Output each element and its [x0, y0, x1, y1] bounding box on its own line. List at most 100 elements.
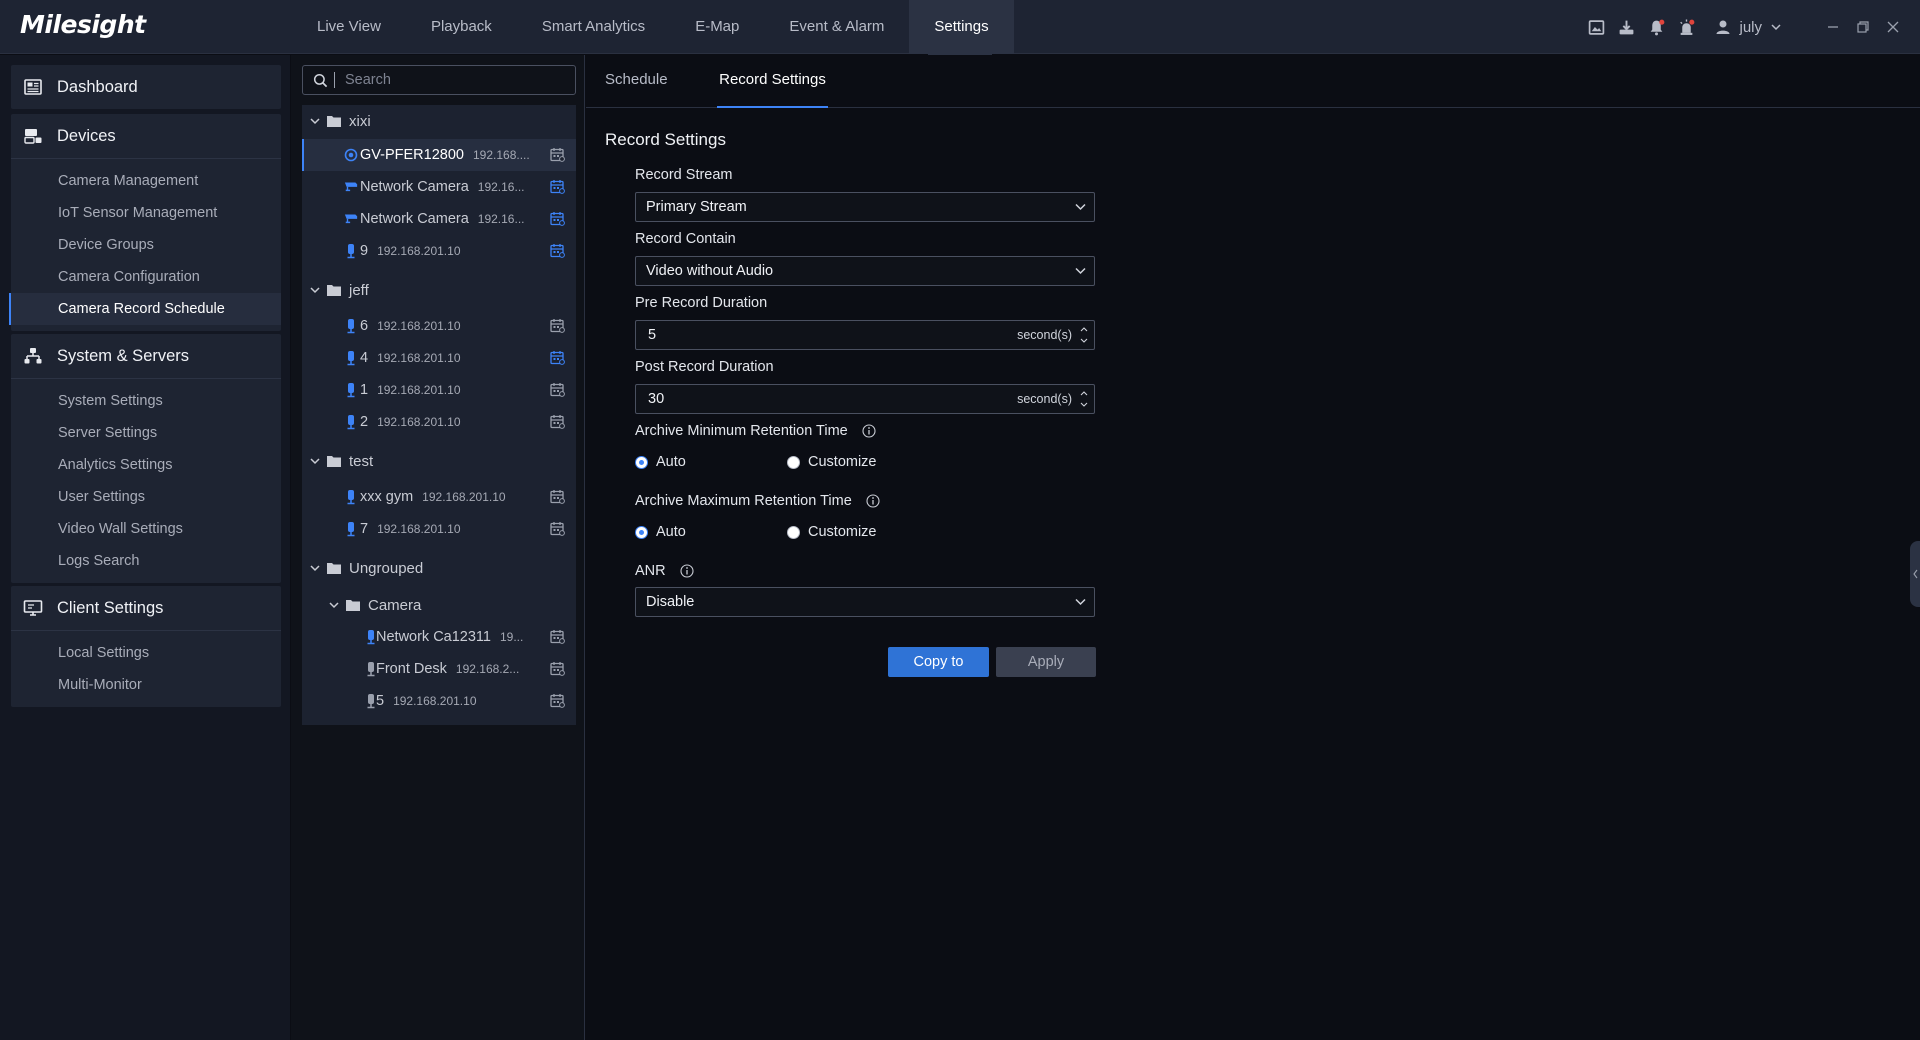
info-icon[interactable] — [862, 424, 876, 438]
radio-label: Auto — [656, 524, 686, 540]
record-schedule-calendar-icon[interactable] — [550, 211, 565, 226]
record-schedule-calendar-icon[interactable] — [550, 147, 565, 162]
tree-device-node[interactable]: 2 192.168.201.10 — [302, 406, 576, 438]
tab-schedule[interactable]: Schedule — [605, 55, 668, 108]
nav-event-alarm[interactable]: Event & Alarm — [764, 0, 909, 54]
restore-icon[interactable] — [1848, 12, 1878, 42]
sidebar-item-camera-management[interactable]: Camera Management — [11, 165, 281, 197]
archive-max-auto-radio[interactable]: Auto — [635, 524, 686, 540]
archive-min-customize-radio[interactable]: Customize — [787, 454, 877, 470]
chevron-down-icon[interactable] — [328, 599, 340, 611]
bullet-camera-icon — [344, 211, 358, 227]
tree-device-node[interactable]: 4 192.168.201.10 — [302, 342, 576, 374]
record-schedule-calendar-icon[interactable] — [550, 521, 565, 536]
nav-smart-analytics[interactable]: Smart Analytics — [517, 0, 670, 54]
sidebar-item-camera-configuration[interactable]: Camera Configuration — [11, 261, 281, 293]
tree-group-label: Camera — [368, 596, 422, 614]
tree-device-label: Front Desk 192.168.2... — [376, 661, 519, 677]
chevron-down-icon[interactable] — [309, 455, 321, 467]
record-schedule-calendar-icon[interactable] — [550, 489, 565, 504]
tree-group-node[interactable]: test — [302, 445, 576, 477]
nav-live-view[interactable]: Live View — [292, 0, 406, 54]
sidebar-item-logs-search[interactable]: Logs Search — [11, 545, 281, 577]
archive-max-customize-radio[interactable]: Customize — [787, 524, 877, 540]
tree-device-node[interactable]: GV-PFER12800 192.168.... — [302, 139, 576, 171]
sidebar-item-local-settings[interactable]: Local Settings — [11, 637, 281, 669]
sidebar-head-devices[interactable]: Devices — [11, 114, 281, 158]
record-schedule-calendar-icon[interactable] — [550, 350, 565, 365]
record-contain-label: Record Contain — [635, 231, 736, 247]
alarm-light-icon[interactable] — [1671, 12, 1701, 42]
sidebar-item-iot-sensor-management[interactable]: IoT Sensor Management — [11, 197, 281, 229]
folder-icon — [326, 454, 342, 468]
sidebar-item-multi-monitor[interactable]: Multi-Monitor — [11, 669, 281, 701]
download-icon[interactable] — [1611, 12, 1641, 42]
tree-group-node[interactable]: Camera — [302, 589, 576, 621]
search-input[interactable] — [345, 72, 545, 88]
nvr-channel-icon — [344, 382, 358, 398]
sidebar-item-device-groups[interactable]: Device Groups — [11, 229, 281, 261]
close-icon[interactable] — [1878, 12, 1908, 42]
record-schedule-calendar-icon[interactable] — [550, 693, 565, 708]
sidebar-head-client-settings[interactable]: Client Settings — [11, 586, 281, 630]
tree-device-node[interactable]: xxx gym 192.168.201.10 — [302, 481, 576, 513]
right-panel-handle[interactable] — [1910, 541, 1920, 607]
copy-to-button[interactable]: Copy to — [888, 647, 989, 677]
sidebar-head-dashboard[interactable]: Dashboard — [11, 65, 281, 109]
record-schedule-calendar-icon[interactable] — [550, 179, 565, 194]
tree-device-node[interactable]: Front Desk 192.168.2... — [302, 653, 576, 685]
tree-device-node[interactable]: 9 192.168.201.10 — [302, 235, 576, 267]
sidebar-submenu-devices: Camera Management IoT Sensor Management … — [9, 158, 281, 331]
minimize-icon[interactable] — [1818, 12, 1848, 42]
sidebar-head-system-servers[interactable]: System & Servers — [11, 334, 281, 378]
record-schedule-calendar-icon[interactable] — [550, 382, 565, 397]
chevron-down-icon[interactable] — [309, 115, 321, 127]
spinner-arrows-icon[interactable] — [1080, 325, 1088, 345]
anr-select[interactable]: Disable — [635, 587, 1095, 617]
record-stream-select[interactable]: Primary Stream — [635, 192, 1095, 222]
tree-device-node[interactable]: 5 192.168.201.10 — [302, 685, 576, 717]
image-icon[interactable] — [1581, 12, 1611, 42]
pre-record-unit: second(s) — [1017, 328, 1072, 342]
tree-group-node[interactable]: jeff — [302, 274, 576, 306]
pre-record-duration-input[interactable]: 5 second(s) — [635, 320, 1095, 350]
chevron-down-icon[interactable] — [309, 562, 321, 574]
record-contain-select[interactable]: Video without Audio — [635, 256, 1095, 286]
tree-device-node[interactable]: Network Camera 192.16... — [302, 171, 576, 203]
device-search[interactable] — [302, 65, 576, 95]
tab-record-settings[interactable]: Record Settings — [717, 55, 828, 108]
device-ip: 192.168.201.10 — [377, 244, 461, 258]
nav-settings[interactable]: Settings — [909, 0, 1014, 54]
sidebar-item-user-settings[interactable]: User Settings — [11, 481, 281, 513]
sidebar-item-analytics-settings[interactable]: Analytics Settings — [11, 449, 281, 481]
sidebar-item-server-settings[interactable]: Server Settings — [11, 417, 281, 449]
tree-group-node[interactable]: xixi — [302, 105, 576, 137]
record-schedule-calendar-icon[interactable] — [550, 318, 565, 333]
tree-device-node[interactable]: Network Ca12311 19... — [302, 621, 576, 653]
tree-group-node[interactable]: Ungrouped — [302, 552, 576, 584]
sidebar-item-camera-record-schedule[interactable]: Camera Record Schedule — [9, 293, 281, 325]
nav-e-map[interactable]: E-Map — [670, 0, 764, 54]
record-schedule-calendar-icon[interactable] — [550, 243, 565, 258]
tree-device-node[interactable]: 7 192.168.201.10 — [302, 513, 576, 545]
tree-device-node[interactable]: Network Camera 192.16... — [302, 203, 576, 235]
archive-min-auto-radio[interactable]: Auto — [635, 454, 686, 470]
info-icon[interactable] — [680, 564, 694, 578]
anr-label-text: ANR — [635, 563, 666, 579]
record-schedule-calendar-icon[interactable] — [550, 414, 565, 429]
chevron-down-icon[interactable] — [309, 284, 321, 296]
sidebar-item-video-wall-settings[interactable]: Video Wall Settings — [11, 513, 281, 545]
archive-min-label: Archive Minimum Retention Time — [635, 423, 876, 439]
apply-button[interactable]: Apply — [996, 647, 1096, 677]
record-schedule-calendar-icon[interactable] — [550, 629, 565, 644]
info-icon[interactable] — [866, 494, 880, 508]
spinner-arrows-icon[interactable] — [1080, 389, 1088, 409]
tree-device-node[interactable]: 6 192.168.201.10 — [302, 310, 576, 342]
sidebar-item-system-settings[interactable]: System Settings — [11, 385, 281, 417]
notification-bell-icon[interactable] — [1641, 12, 1671, 42]
user-menu[interactable]: july — [1715, 19, 1790, 36]
record-schedule-calendar-icon[interactable] — [550, 661, 565, 676]
post-record-duration-input[interactable]: 30 second(s) — [635, 384, 1095, 414]
tree-device-node[interactable]: 1 192.168.201.10 — [302, 374, 576, 406]
nav-playback[interactable]: Playback — [406, 0, 517, 54]
